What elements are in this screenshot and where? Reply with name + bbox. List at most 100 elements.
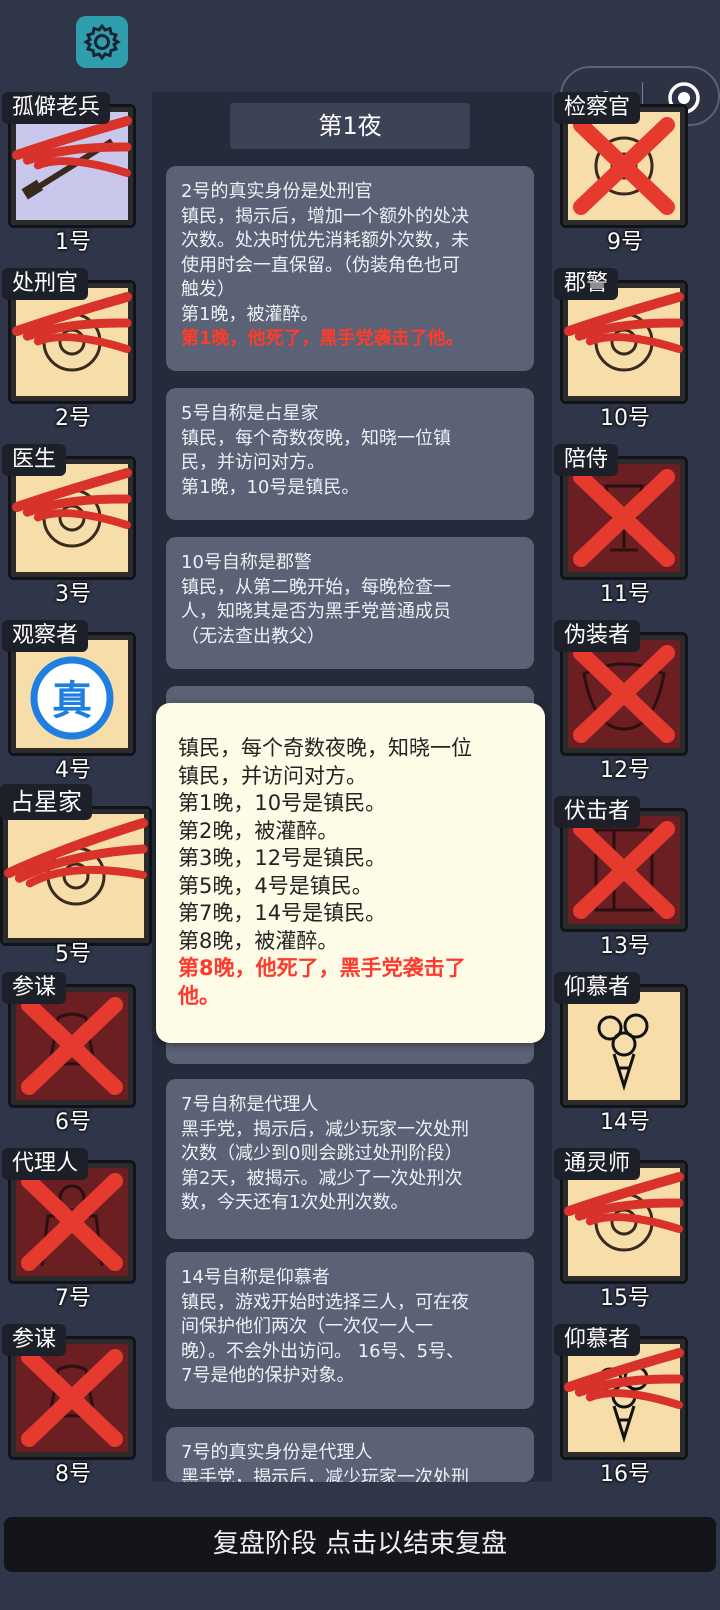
player-detail-popup[interactable]: 镇民，每个奇数夜晚，知晓一位 镇民，并访问对方。 第1晚，10号是镇民。 第2晚，被灌… <box>156 703 545 1043</box>
log-line: 镇民，每个奇数夜晚，知晓一位镇 <box>181 427 451 449</box>
night-title: 第1夜 <box>230 103 470 149</box>
log-entry[interactable]: 5号自称是占星家 镇民，每个奇数夜晚，知晓一位镇 民，并访问对方。 第1晚，10号是镇… <box>166 388 534 520</box>
log-line: 使用时会一直保留。（伪装角色也可 <box>181 254 460 276</box>
seat-number: 4号 <box>55 758 91 783</box>
log-entry[interactable]: 14号自称是仰慕者镇民，游戏开始时选择三人，可在夜 间保护他们两次（一次仅一人一晚… <box>166 1252 534 1409</box>
role-label: 陪侍 <box>554 444 619 476</box>
popup-line: 第3晚，12号是镇民。 <box>178 846 387 870</box>
popup-death-line: 他。 <box>178 983 220 1008</box>
end-review-button[interactable]: 复盘阶段 点击以结束复盘 <box>4 1517 716 1572</box>
role-label: 代理人 <box>2 1148 89 1180</box>
player-seat[interactable]: 通灵师 15号 <box>552 1148 692 1313</box>
cross-mark-icon <box>21 1173 123 1271</box>
claw-mark-icon <box>12 468 132 529</box>
popup-line: 第1晚，10号是镇民。 <box>178 791 387 815</box>
svg-text:真: 真 <box>52 678 92 724</box>
log-line: （无法查出教父） <box>181 625 325 647</box>
seat-number: 11号 <box>600 582 650 607</box>
claw-mark-icon <box>12 116 132 177</box>
cross-mark-icon <box>573 821 675 919</box>
cross-mark-icon <box>573 117 675 215</box>
seat-number: 13号 <box>600 934 650 959</box>
seat-number: 16号 <box>600 1462 650 1487</box>
claw-mark-icon <box>564 292 684 353</box>
seat-number: 5号 <box>55 942 91 967</box>
log-line: 黑手党，揭示后，减少玩家一次处刑 <box>181 1466 469 1483</box>
log-line: 晚）。不会外出访问。 16号、5号、 <box>181 1340 465 1362</box>
seat-number: 12号 <box>600 758 650 783</box>
role-label: 观察者 <box>2 620 89 652</box>
log-death-line: 第1晚，他死了，黑手党袭击了他。 <box>181 328 464 349</box>
log-line: 第2天，被揭示。减少了一次处刑次 <box>181 1167 463 1189</box>
log-line: 人，知晓其是否为黑手党普通成员 <box>181 601 451 622</box>
player-seat[interactable]: 占星家 5号 <box>0 784 152 967</box>
role-label: 孤僻老兵 <box>2 92 111 124</box>
role-label: 医生 <box>2 444 67 476</box>
log-line: 10号自称是郡警 <box>181 552 312 573</box>
log-entry[interactable]: 2号的真实身份是处刑官 镇民，揭示后，增加一个额外的处决 次数。处决时优先消耗额外次… <box>166 166 534 371</box>
seat-number: 3号 <box>55 582 91 607</box>
seat-number: 2号 <box>55 406 91 431</box>
role-label: 郡警 <box>554 268 619 300</box>
log-line: 2号的真实身份是处刑官 <box>181 181 373 202</box>
log-line: 黑手党，揭示后，减少玩家一次处刑 <box>181 1118 469 1140</box>
player-seat[interactable]: 陪侍 11号 <box>552 444 692 609</box>
popup-line: 第5晚，4号是镇民。 <box>178 873 373 898</box>
log-line: 触发） <box>181 279 235 300</box>
role-label: 检察官 <box>554 92 641 124</box>
seat-number: 14号 <box>600 1110 650 1135</box>
log-entry[interactable]: 7号的真实身份是代理人黑手党，揭示后，减少玩家一次处刑 <box>166 1427 534 1482</box>
popup-line: 第2晚，被灌醉。 <box>178 818 339 843</box>
log-line: 镇民，从第二晚开始，每晚检查一 <box>181 576 451 598</box>
player-seat[interactable]: 孤僻老兵 1号 <box>0 92 140 257</box>
log-line: 14号自称是仰慕者 <box>181 1267 330 1288</box>
role-label: 仰慕者 <box>554 1324 641 1356</box>
role-label: 参谋 <box>2 1324 67 1356</box>
role-label: 通灵师 <box>554 1148 641 1180</box>
player-seat[interactable]: 伪装者 12号 <box>552 620 692 785</box>
settings-button[interactable] <box>76 16 128 68</box>
role-label: 伪装者 <box>554 620 641 652</box>
player-seat[interactable]: 伏击者 13号 <box>552 796 692 961</box>
role-label: 参谋 <box>2 972 67 1004</box>
log-line: 7号是他的保护对象。 <box>181 1365 355 1386</box>
seat-number: 8号 <box>55 1462 91 1487</box>
log-line: 7号的真实身份是代理人 <box>181 1442 373 1463</box>
seat-number: 10号 <box>600 406 650 431</box>
player-seat[interactable]: 仰慕者 16号 <box>552 1324 692 1489</box>
player-seat[interactable]: 郡警 10号 <box>552 268 692 433</box>
role-label: 占星家 <box>0 784 92 820</box>
popup-line: 第7晚，14号是镇民。 <box>178 901 387 925</box>
player-seat[interactable]: 检察官 9号 <box>552 92 692 257</box>
log-line: 镇民，游戏开始时选择三人，可在夜 <box>181 1291 469 1313</box>
cross-mark-icon <box>21 1349 123 1447</box>
log-entry[interactable]: 10号自称是郡警镇民，从第二晚开始，每晚检查一 人，知晓其是否为黑手党普通成员 （无… <box>166 537 534 669</box>
seat-number: 15号 <box>600 1286 650 1311</box>
player-seat[interactable]: 仰慕者 14号 <box>552 972 692 1137</box>
log-line: 次数（减少到0则会跳过处刑阶段） <box>181 1143 463 1164</box>
player-seat[interactable]: 参谋 6号 <box>0 972 140 1137</box>
player-seat[interactable]: 参谋 8号 <box>0 1324 140 1489</box>
role-card[interactable] <box>0 806 152 946</box>
seat-number: 7号 <box>55 1286 91 1311</box>
log-line: 间保护他们两次（一次仅一人一 <box>181 1316 433 1337</box>
popup-line: 镇民，每个奇数夜晚，知晓一位 <box>178 736 472 760</box>
log-entry[interactable]: 7号自称是代理人黑手党，揭示后，减少玩家一次处刑 次数（减少到0则会跳过处刑阶段）… <box>166 1079 534 1239</box>
claw-mark-icon <box>12 292 132 353</box>
popup-line: 第8晚，被灌醉。 <box>178 928 339 953</box>
log-line: 7号自称是代理人 <box>181 1094 319 1115</box>
seat-number: 9号 <box>607 230 643 255</box>
role-label: 仰慕者 <box>554 972 641 1004</box>
player-seat[interactable]: 医生 3号 <box>0 444 140 609</box>
player-seat[interactable]: 处刑官 2号 <box>0 268 140 433</box>
cross-mark-icon <box>573 645 675 743</box>
player-seat[interactable]: 代理人 7号 <box>0 1148 140 1313</box>
log-line: 民，并访问对方。 <box>181 452 325 473</box>
log-line: 第1晚，10号是镇民。 <box>181 476 360 498</box>
claw-mark-icon <box>564 1172 684 1233</box>
log-line: 镇民，揭示后，增加一个额外的处决 <box>181 205 469 227</box>
gear-icon <box>83 23 121 61</box>
popup-death-line: 第8晚，他死了，黑手党袭击了 <box>178 956 466 980</box>
player-seat[interactable]: 真 观察者 4号 <box>0 620 140 785</box>
flowers-icon <box>597 1013 649 1092</box>
